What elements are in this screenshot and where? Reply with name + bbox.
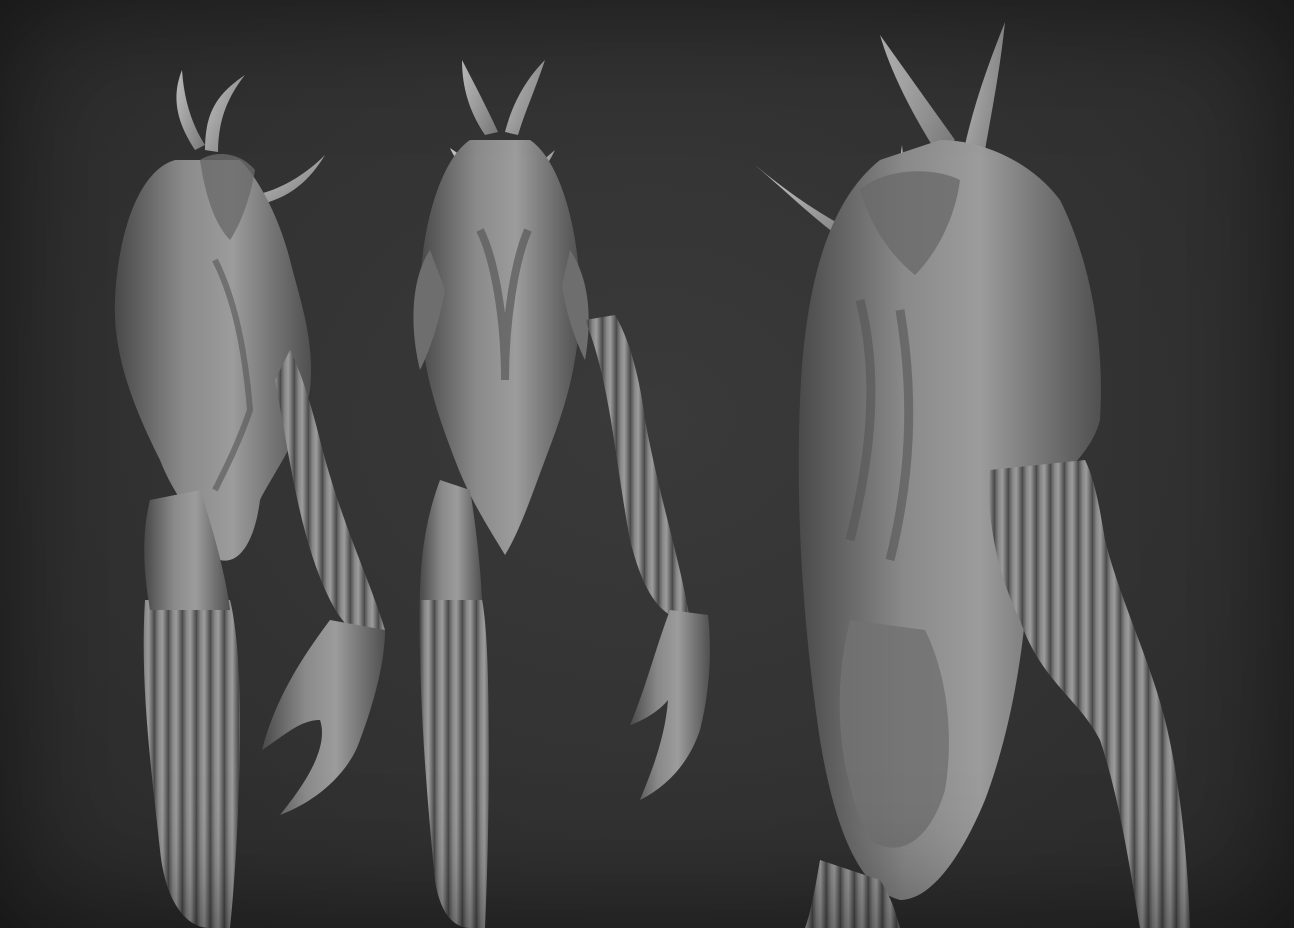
leg bbox=[989, 460, 1190, 928]
horn-back-left bbox=[880, 35, 955, 150]
creature-view-closeup bbox=[755, 22, 1190, 928]
viewport bbox=[0, 0, 1294, 928]
horn-back-right bbox=[965, 22, 1005, 150]
